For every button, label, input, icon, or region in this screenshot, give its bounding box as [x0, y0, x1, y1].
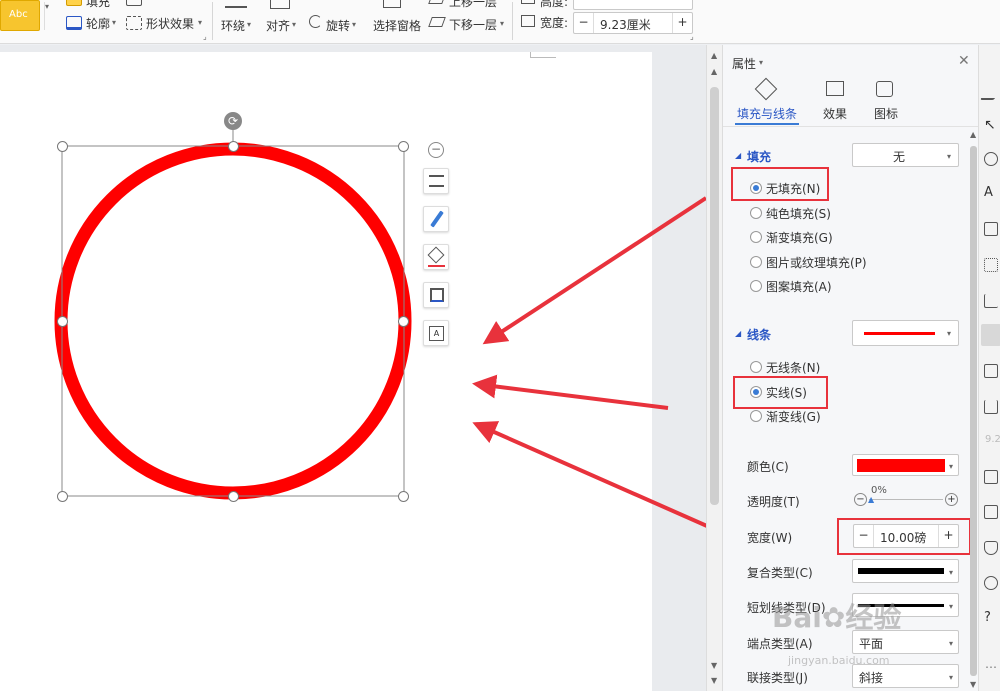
watermark-brand: Bai: [772, 601, 822, 634]
line-preset-dropdown-icon: ▾: [947, 329, 952, 338]
inbox-icon[interactable]: [984, 470, 998, 484]
fill-preset-value: 无: [893, 150, 906, 164]
panel-title: 属性: [732, 57, 757, 71]
tab-fill-and-line[interactable]: 填充与线条: [737, 105, 797, 122]
fill-option-label-2[interactable]: 渐变填充(G): [766, 229, 833, 246]
line-color-swatch: [857, 459, 945, 472]
scroll-top-icon[interactable]: ▲: [711, 67, 717, 76]
fill-option-label-3[interactable]: 图片或纹理填充(P): [766, 254, 867, 271]
fill-preset-dropdown-icon: ▾: [947, 152, 952, 161]
panel-title-dropdown-icon[interactable]: ▾: [759, 58, 763, 67]
line-color-dropdown[interactable]: ▾: [852, 454, 959, 476]
panel-scroll-up-icon[interactable]: ▲: [970, 130, 976, 139]
panel-close-icon[interactable]: ✕: [958, 53, 970, 69]
tab-icon-size[interactable]: 图标: [874, 105, 898, 122]
fill-collapse-icon[interactable]: ◢: [735, 151, 741, 160]
scroll-down-icon[interactable]: ▼: [711, 661, 717, 670]
compound-type-label: 复合类型(C): [747, 566, 813, 580]
line-width-increment-button[interactable]: +: [938, 525, 958, 547]
fill-line-tab-icon: [754, 77, 778, 101]
active-tab-underline: [735, 123, 799, 125]
line-width-decrement-button[interactable]: −: [854, 525, 874, 547]
line-radio-1[interactable]: [750, 385, 762, 398]
help-icon[interactable]: ?: [984, 611, 998, 625]
chart-icon[interactable]: [984, 294, 998, 308]
cap-type-dropdown-icon: ▾: [949, 639, 954, 648]
line-option-label-1[interactable]: 实线(S): [766, 384, 807, 401]
line-option-label-0[interactable]: 无线条(N): [766, 359, 820, 376]
effects-tab-icon: [826, 81, 844, 96]
vertical-scrollbar[interactable]: ▲ ▲ ▼ ▼: [706, 45, 722, 691]
tab-effects[interactable]: 效果: [823, 105, 847, 122]
shapes-icon[interactable]: [984, 152, 998, 166]
line-width-spinner[interactable]: − 10.00磅 +: [853, 524, 959, 548]
fill-option-label-1[interactable]: 纯色填充(S): [766, 205, 831, 222]
strip-size-value: 9.2: [985, 434, 1000, 445]
fill-option-label-0[interactable]: 无填充(N): [766, 180, 820, 197]
panel-scrollbar[interactable]: ▲ ▼: [970, 130, 977, 691]
tab-divider: [723, 126, 979, 127]
color-label: 颜色(C): [747, 460, 789, 474]
properties-panel: 属性 ▾ ✕ 填充与线条 效果 图标 ◢ 填充 无 ▾ 无填充(N) 纯色填充(S…: [722, 45, 979, 691]
paw-icon: ✿: [821, 601, 846, 634]
fill-radio-4[interactable]: [750, 280, 762, 292]
fill-radio-3[interactable]: [750, 255, 762, 268]
transparency-label: 透明度(T): [747, 495, 800, 509]
image-icon[interactable]: [984, 505, 998, 519]
compound-type-swatch: [858, 568, 944, 574]
text-art-icon[interactable]: A: [984, 186, 998, 200]
share-icon[interactable]: [984, 400, 998, 414]
join-type-dropdown[interactable]: 斜接 ▾: [852, 664, 959, 688]
line-collapse-icon[interactable]: ◢: [735, 329, 741, 338]
compound-type-dropdown-icon: ▾: [949, 568, 954, 577]
panel-scroll-thumb[interactable]: [970, 146, 977, 676]
history-icon[interactable]: [984, 576, 998, 590]
scroll-thumb[interactable]: [710, 87, 719, 505]
size-tab-icon: [876, 81, 893, 97]
fill-radio-1[interactable]: [750, 206, 762, 219]
line-radio-2[interactable]: [750, 410, 762, 422]
line-preset-dropdown[interactable]: ▾: [852, 320, 959, 346]
select-cursor-icon[interactable]: ↖: [984, 118, 998, 132]
line-color-dropdown-icon: ▾: [949, 462, 954, 471]
line-option-label-2[interactable]: 渐变线(G): [766, 408, 821, 425]
join-type-label: 联接类型(J): [747, 671, 808, 685]
fill-option-label-4[interactable]: 图案填充(A): [766, 278, 832, 295]
join-type-dropdown-icon: ▾: [949, 673, 954, 682]
arrow-to-no-fill: [482, 196, 708, 345]
table-icon[interactable]: [984, 222, 998, 236]
picture-icon[interactable]: [984, 364, 998, 378]
line-width-label: 宽度(W): [747, 531, 793, 545]
watermark-brand-suffix: 经验: [845, 601, 902, 634]
scroll-bottom-icon[interactable]: ▼: [711, 676, 717, 685]
transparency-increase-button[interactable]: +: [945, 493, 958, 506]
line-width-value[interactable]: 10.00磅: [880, 529, 926, 546]
fill-preset-dropdown[interactable]: 无 ▾: [852, 143, 959, 167]
fill-radio-2[interactable]: [750, 231, 762, 243]
compound-type-dropdown[interactable]: ▾: [852, 559, 959, 583]
fill-radio-0[interactable]: [750, 182, 762, 194]
fill-section-header[interactable]: 填充: [747, 148, 771, 165]
shield-icon[interactable]: [984, 541, 998, 555]
grid-apps-icon[interactable]: [984, 258, 998, 272]
transparency-decrease-button[interactable]: −: [854, 493, 867, 506]
watermark-logo: Bai✿经验: [772, 596, 901, 636]
transparency-slider-thumb[interactable]: ▲: [868, 495, 874, 504]
more-dots-icon[interactable]: ⋯: [985, 660, 997, 674]
watermark-url: jingyan.baidu.com: [788, 654, 890, 667]
cap-type-value: 平面: [859, 637, 884, 651]
arrow-to-solid-line: [472, 374, 669, 410]
scroll-up-icon[interactable]: ▲: [711, 51, 717, 60]
properties-sliders-icon[interactable]: [981, 324, 1000, 346]
transparency-slider-track[interactable]: [869, 499, 943, 500]
dash-type-dropdown-icon: ▾: [949, 602, 954, 611]
line-preset-swatch: [864, 332, 935, 335]
join-type-value: 斜接: [859, 671, 884, 685]
panel-scroll-down-icon[interactable]: ▼: [970, 680, 976, 689]
line-radio-0[interactable]: [750, 361, 762, 373]
cap-type-label: 端点类型(A): [747, 637, 813, 651]
line-section-header[interactable]: 线条: [747, 326, 771, 343]
